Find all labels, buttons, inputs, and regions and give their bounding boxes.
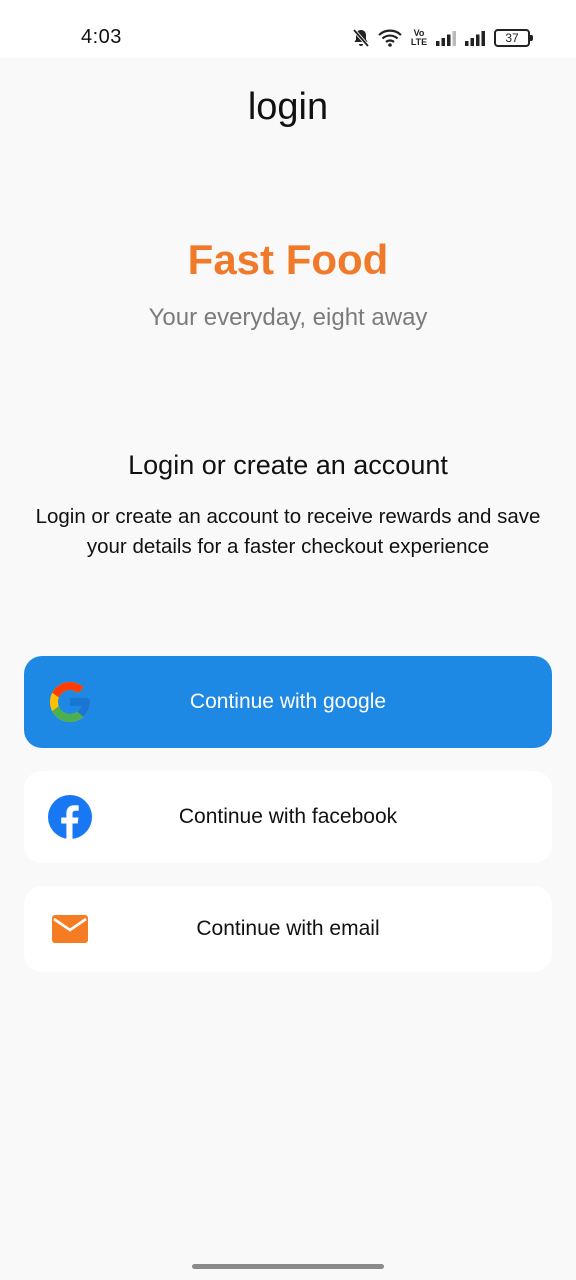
facebook-button-label: Continue with facebook: [178, 805, 398, 828]
brand-name: Fast Food: [187, 236, 389, 283]
facebook-icon: [46, 793, 94, 841]
status-bar: 4:03 Vo LTE 37: [0, 0, 576, 58]
continue-with-email-button[interactable]: Continue with email: [24, 886, 552, 972]
continue-with-facebook-button[interactable]: Continue with facebook: [24, 771, 552, 863]
google-button-label: Continue with google: [189, 690, 387, 713]
signal-icon-2: [465, 30, 487, 46]
battery-indicator: 37: [494, 29, 533, 47]
home-indicator[interactable]: [192, 1264, 384, 1269]
section-heading: Login or create an account: [128, 450, 448, 480]
email-button-label: Continue with email: [196, 917, 380, 940]
page-title: login: [247, 86, 329, 128]
wifi-icon: [378, 29, 402, 47]
continue-with-google-button[interactable]: Continue with google: [24, 656, 552, 748]
brand-tagline: Your everyday, eight away: [148, 304, 428, 331]
status-time: 4:03: [81, 26, 122, 48]
status-icons: Vo LTE 37: [351, 26, 533, 50]
signal-icon-1: [436, 30, 458, 46]
mute-bell-icon: [351, 28, 371, 48]
google-icon: [46, 678, 94, 726]
volte-indicator: Vo LTE: [410, 28, 428, 47]
section-description: Login or create an account to receive re…: [35, 505, 541, 558]
email-icon: [46, 905, 94, 953]
